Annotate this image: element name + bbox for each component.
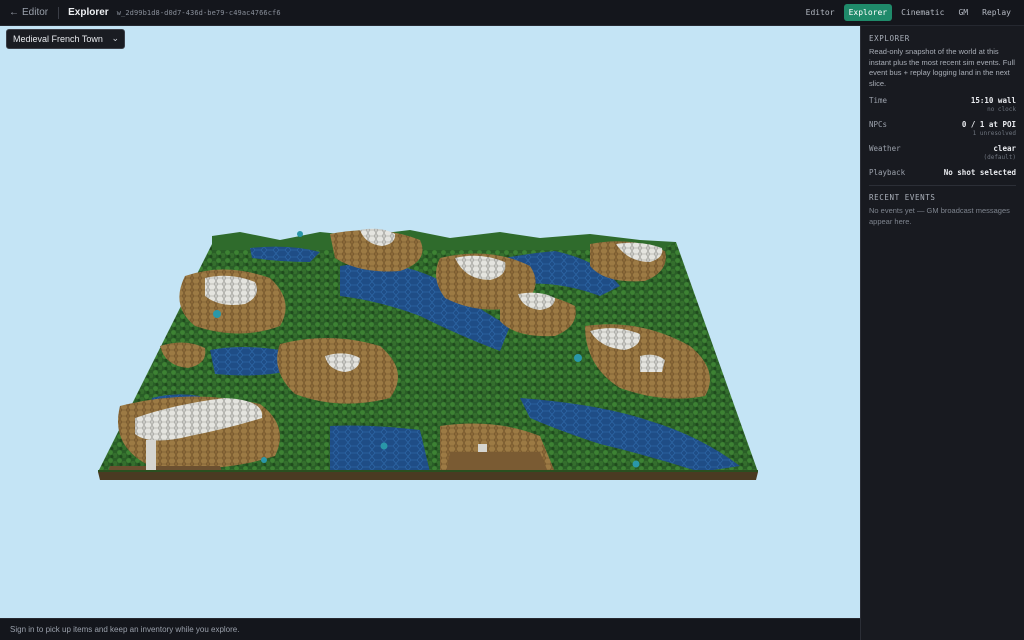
back-to-editor-link[interactable]: ← Editor bbox=[9, 7, 48, 18]
back-label: Editor bbox=[22, 7, 49, 18]
weather-sub: (default) bbox=[983, 154, 1016, 161]
time-value: 15:10 wall bbox=[970, 96, 1016, 105]
page-title: Explorer bbox=[68, 7, 109, 18]
time-sub: no clock bbox=[987, 106, 1016, 113]
tab-cinematic[interactable]: Cinematic bbox=[896, 4, 949, 21]
explorer-sidebar: EXPLORER Read-only snapshot of the world… bbox=[860, 26, 1024, 640]
world-select-value: Medieval French Town bbox=[13, 34, 103, 44]
time-row: Time 15:10 wall no clock bbox=[869, 96, 1016, 113]
divider bbox=[869, 185, 1016, 186]
3d-viewport[interactable]: Medieval French Town ⌄ bbox=[0, 26, 860, 618]
tab-replay[interactable]: Replay bbox=[977, 4, 1016, 21]
sign-in-hint: Sign in to pick up items and keep an inv… bbox=[10, 625, 240, 634]
explorer-description: Read-only snapshot of the world at this … bbox=[869, 47, 1015, 88]
weather-value: clear bbox=[993, 144, 1016, 153]
time-key: Time bbox=[869, 96, 888, 105]
tab-editor[interactable]: Editor bbox=[801, 4, 840, 21]
bottom-status-bar: Sign in to pick up items and keep an inv… bbox=[0, 618, 860, 640]
playback-value: No shot selected bbox=[943, 168, 1016, 177]
playback-key: Playback bbox=[869, 168, 906, 177]
npcs-sub: 1 unresolved bbox=[972, 130, 1016, 137]
playback-row: Playback No shot selected bbox=[869, 168, 1016, 177]
voxel-terrain-map[interactable] bbox=[0, 26, 860, 618]
arrow-left-icon: ← bbox=[9, 7, 19, 18]
npcs-key: NPCs bbox=[869, 120, 888, 129]
top-bar: ← Editor Explorer w_2d99b1d8-d0d7-436d-b… bbox=[0, 0, 1024, 26]
divider bbox=[58, 6, 60, 19]
weather-row: Weather clear (default) bbox=[869, 144, 1016, 161]
chevron-down-icon: ⌄ bbox=[111, 33, 119, 43]
mode-tabs: Editor Explorer Cinematic GM Replay bbox=[801, 4, 1016, 21]
recent-events-heading: RECENT EVENTS bbox=[869, 193, 936, 202]
weather-key: Weather bbox=[869, 144, 901, 153]
explorer-heading: EXPLORER bbox=[869, 34, 910, 43]
tab-explorer[interactable]: Explorer bbox=[843, 4, 893, 21]
npcs-row: NPCs 0 / 1 at POI 1 unresolved bbox=[869, 120, 1016, 137]
world-select[interactable]: Medieval French Town ⌄ bbox=[6, 29, 125, 49]
recent-events-empty: No events yet — GM broadcast messages ap… bbox=[869, 206, 1010, 226]
tab-gm[interactable]: GM bbox=[953, 4, 973, 21]
world-id: w_2d99b1d8-d0d7-436d-be79-c49ac4766cf6 bbox=[116, 8, 281, 17]
npcs-value: 0 / 1 at POI bbox=[961, 120, 1016, 129]
